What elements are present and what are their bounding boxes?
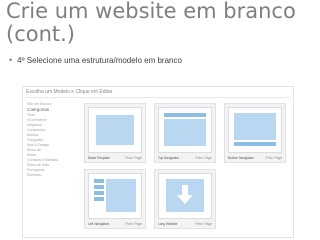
template-thumbnail (158, 173, 212, 219)
bullet-icon: • (9, 55, 13, 65)
dialog-divider (25, 97, 291, 98)
arrow-down-icon (177, 185, 193, 204)
template-card-top-navigation[interactable]: Top Navigation Price: Page (154, 103, 216, 163)
bullet-point: • 4º Selecione uma estrutura/modelo em b… (9, 55, 182, 65)
template-card-blank[interactable]: Blank Template Price: Page (84, 103, 146, 163)
template-name: Long Website (158, 222, 178, 226)
thumbnail-block (164, 119, 206, 146)
slide-title: Crie um website em branco (cont.) (6, 0, 306, 46)
template-price: Price: Page (265, 156, 282, 160)
template-thumbnail (158, 107, 212, 153)
thumbnail-block (234, 113, 276, 140)
thumbnail-nav-item (94, 179, 104, 183)
category-sidebar: Site em Branco Categorias Todo eCommerce… (27, 102, 83, 178)
thumbnail-block (106, 179, 136, 212)
template-name: Bottom Navigation (228, 156, 255, 160)
slide-title-line2: (cont.) (6, 22, 75, 46)
sidebar-item-misc[interactable]: Diversos (27, 173, 83, 178)
template-price: Price: Page (125, 222, 142, 226)
template-name: Blank Template (88, 156, 110, 160)
template-price: Price: Page (195, 156, 212, 160)
template-name: Top Navigation (158, 156, 180, 160)
thumbnail-nav-item (94, 185, 104, 189)
template-grid: Blank Template Price: Page Top Navigatio… (84, 103, 289, 235)
slide-title-line1: Crie um website em branco (6, 0, 296, 23)
template-price: Price: Page (195, 222, 212, 226)
dialog-title: Escolha um Modelo e Clique em Editar (26, 89, 113, 95)
template-thumbnail (88, 107, 142, 153)
template-chooser-screenshot: Escolha um Modelo e Clique em Editar Sit… (22, 86, 294, 238)
template-thumbnail (228, 107, 282, 153)
thumbnail-nav-bar (234, 142, 276, 146)
template-card-left-navigation[interactable]: Left Navigation Price: Page (84, 169, 146, 229)
thumbnail-nav-item (94, 191, 104, 195)
thumbnail-nav-item (94, 197, 104, 201)
bullet-text: 4º Selecione uma estrutura/modelo em bra… (17, 55, 182, 65)
template-price: Price: Page (125, 156, 142, 160)
thumbnail-nav-bar (164, 113, 206, 117)
thumbnail-block (96, 115, 134, 145)
template-card-long-website[interactable]: Long Website Price: Page (154, 169, 216, 229)
template-card-bottom-navigation[interactable]: Bottom Navigation Price: Page (224, 103, 286, 163)
template-thumbnail (88, 173, 142, 219)
template-name: Left Navigation (88, 222, 110, 226)
